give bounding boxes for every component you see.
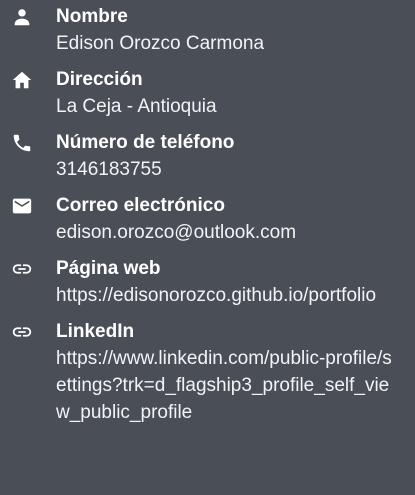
contact-item-linkedin: LinkedIn https://www.linkedin.com/public… [0,319,415,426]
link-icon [6,322,38,342]
linkedin-link[interactable]: https://www.linkedin.com/public-profile/… [56,345,396,426]
email-label: Correo electrónico [56,195,225,216]
mail-icon [6,196,38,216]
contact-item-address: Dirección La Ceja - Antioquia [0,67,415,120]
name-value: Edison Orozco Carmona [56,33,265,54]
phone-label: Número de teléfono [56,132,235,153]
contact-item-website: Página web https://edisonorozco.github.i… [0,256,415,309]
person-icon [6,7,38,27]
phone-icon [6,133,38,153]
website-link[interactable]: https://edisonorozco.github.io/portfolio [56,282,415,309]
linkedin-label: LinkedIn [56,321,135,342]
phone-value[interactable]: 3146183755 [56,156,415,183]
contact-item-email: Correo electrónico edison.orozco@outlook… [0,193,415,246]
address-value: La Ceja - Antioquia [56,96,217,117]
website-label: Página web [56,258,161,279]
contact-item-name: Nombre Edison Orozco Carmona [0,4,415,57]
name-label: Nombre [56,6,128,27]
email-value[interactable]: edison.orozco@outlook.com [56,219,415,246]
home-icon [6,70,38,90]
link-icon [6,259,38,279]
contact-item-phone: Número de teléfono 3146183755 [0,130,415,183]
contact-info-list: Nombre Edison Orozco Carmona Dirección L… [0,0,415,495]
address-label: Dirección [56,69,143,90]
